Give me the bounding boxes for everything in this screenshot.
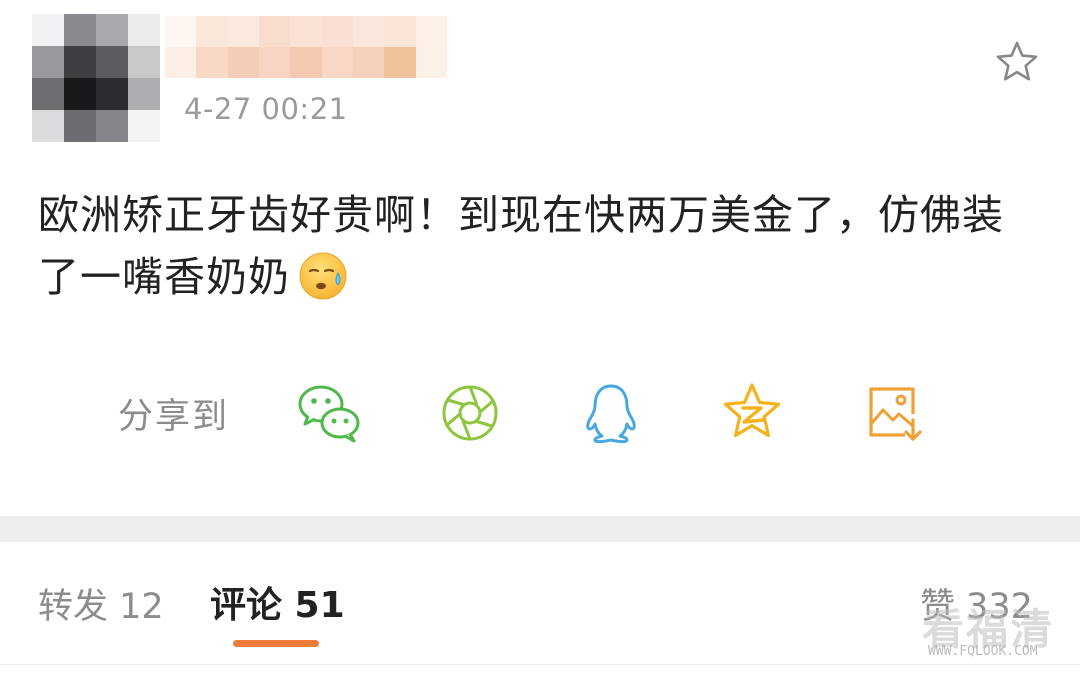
qzone-icon[interactable] — [719, 380, 785, 446]
wechat-icon[interactable] — [296, 380, 362, 446]
moments-icon[interactable] — [437, 380, 503, 446]
sweat-smile-emoji-icon — [299, 252, 347, 300]
save-image-icon[interactable] — [861, 380, 927, 446]
watermark-url: WWW.FQLOOK.COM — [928, 644, 1038, 659]
avatar[interactable] — [32, 14, 160, 142]
share-label: 分享到 — [118, 397, 230, 437]
favorite-star-icon[interactable] — [993, 38, 1041, 86]
tab-repost[interactable]: 转发 12 — [38, 578, 164, 629]
post-text-content: 欧洲矫正牙齿好贵啊！到现在快两万美金了，仿佛装了一嘴香奶奶 — [38, 191, 1004, 301]
tab-comment[interactable]: 评论 51 — [210, 576, 345, 628]
username-blurred[interactable] — [165, 16, 447, 78]
post-timestamp: 4-27 00:21 — [184, 92, 348, 126]
tabs-bottom-border — [0, 664, 1080, 665]
qq-icon[interactable] — [578, 380, 644, 446]
section-divider — [0, 516, 1080, 542]
active-tab-indicator — [233, 640, 319, 647]
post-text: 欧洲矫正牙齿好贵啊！到现在快两万美金了，仿佛装了一嘴香奶奶 — [38, 184, 1038, 308]
